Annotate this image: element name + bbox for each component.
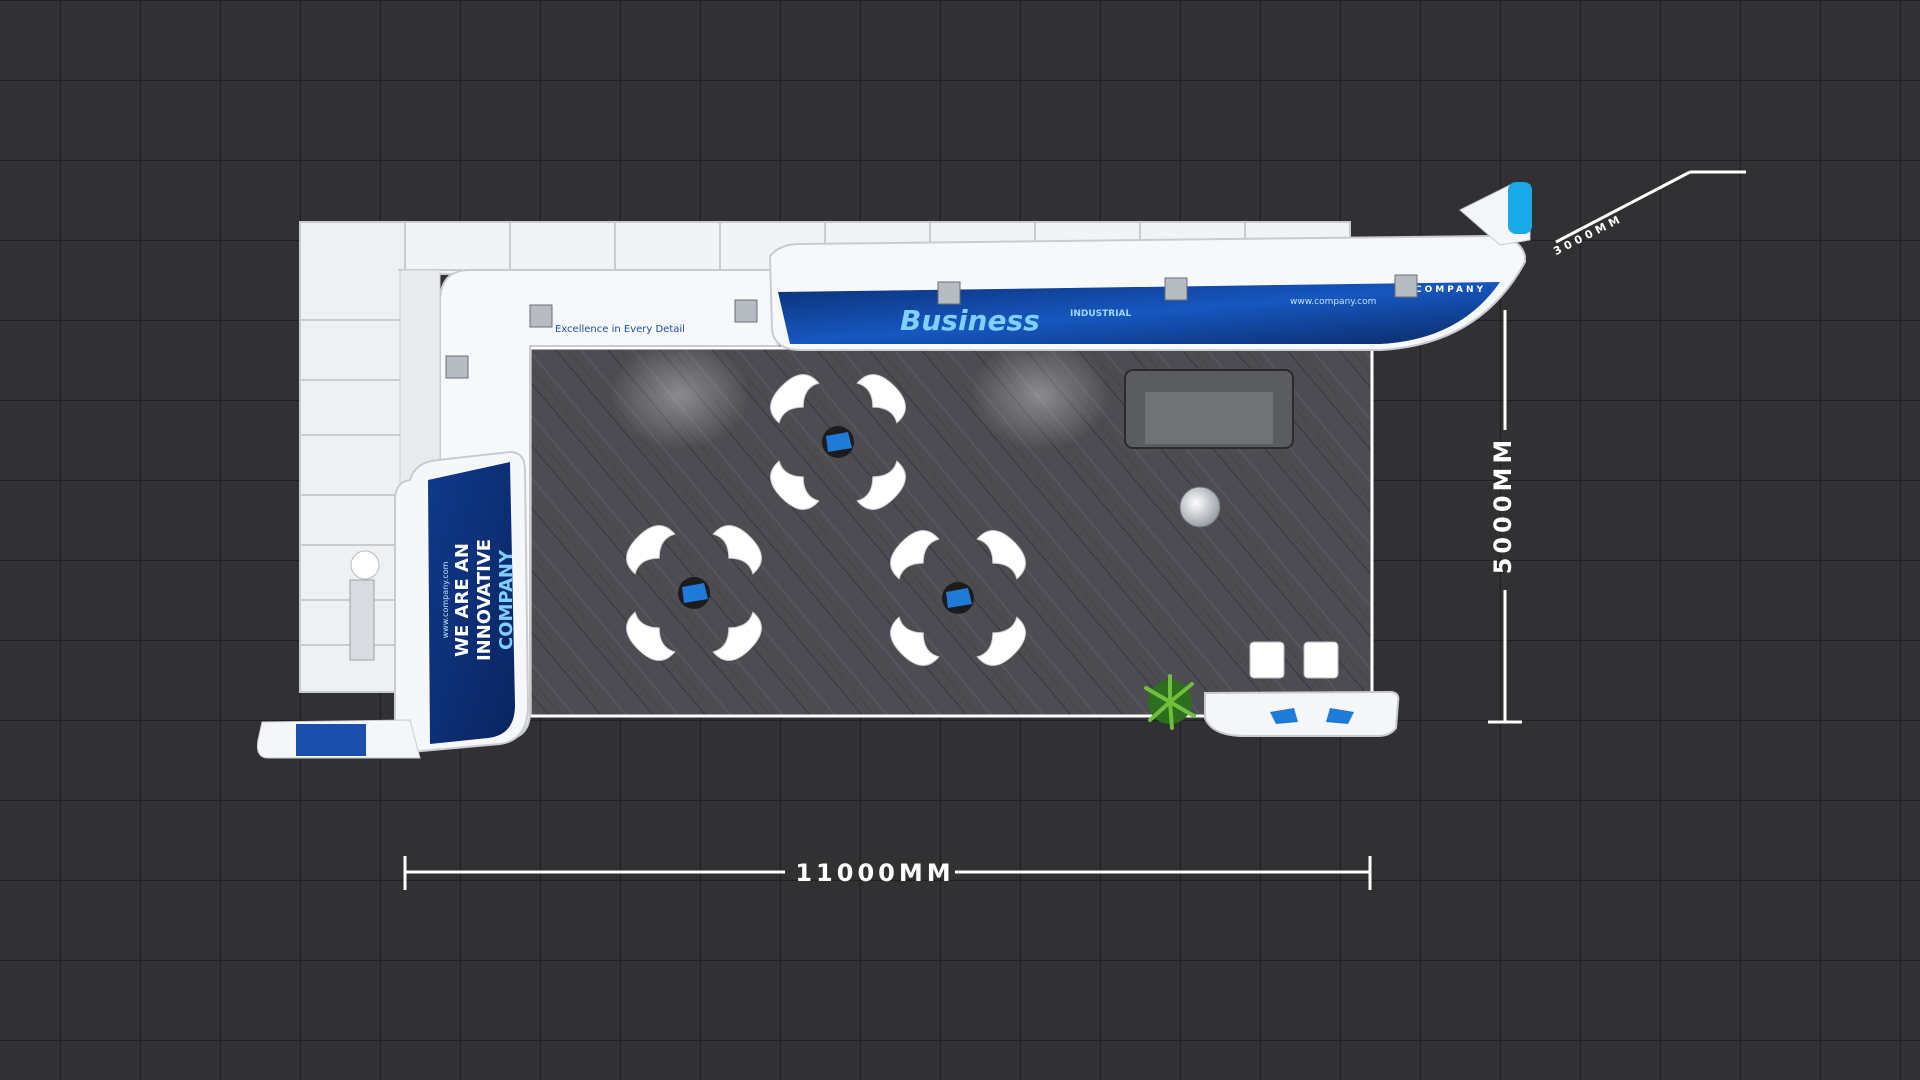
storage-door bbox=[349, 579, 375, 661]
header-url: www.company.com bbox=[1290, 297, 1376, 307]
header-subtitle: INDUSTRIAL bbox=[1070, 309, 1132, 319]
side-panel-line3: COMPANY bbox=[496, 549, 517, 650]
stool bbox=[1249, 641, 1285, 679]
counter-blue-panel bbox=[296, 724, 366, 756]
fascia-cyan-accent bbox=[1508, 182, 1532, 234]
side-panel-line2: INNOVATIVE bbox=[474, 539, 495, 661]
header-headline: Business bbox=[900, 304, 1040, 337]
width-label: 11000MM bbox=[795, 859, 954, 887]
side-panel-url: www.company.com bbox=[441, 561, 450, 638]
side-panel-line1: WE ARE AN bbox=[452, 543, 473, 657]
sofa bbox=[1124, 369, 1294, 449]
stool bbox=[1303, 641, 1339, 679]
decor-orb bbox=[1179, 486, 1221, 528]
small-header-tagline: Excellence in Every Detail bbox=[555, 324, 685, 335]
storage-door-knob-icon bbox=[350, 550, 380, 580]
depth-label: 5000MM bbox=[1489, 436, 1517, 575]
booth-floorplan: Excellence in Every Detail INDUSTRIAL Bu… bbox=[0, 0, 1920, 1080]
header-brand: COMPANY bbox=[1415, 285, 1486, 295]
